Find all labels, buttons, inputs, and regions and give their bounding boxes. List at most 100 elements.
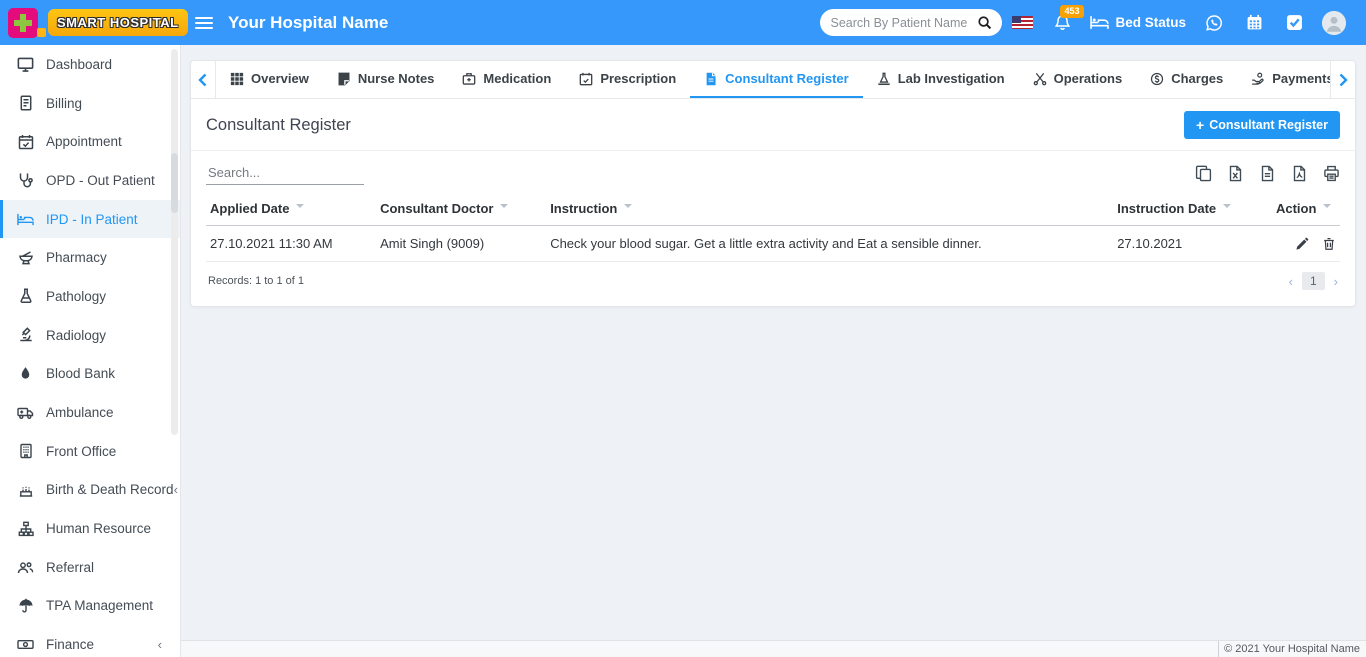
brand-cross-icon (6, 6, 46, 40)
coin-icon (1150, 72, 1164, 86)
calendar-button[interactable] (1234, 14, 1274, 31)
sidebar-item-label: Appointment (46, 134, 122, 150)
sidebar-item-billing[interactable]: Billing (0, 84, 180, 123)
table-row[interactable]: 27.10.2021 11:30 AM Amit Singh (9009) Ch… (206, 225, 1340, 262)
add-consultant-register-button[interactable]: + Consultant Register (1184, 111, 1340, 139)
tabs-scroll-right-button[interactable] (1330, 61, 1355, 98)
chevron-left-icon: ‹ (173, 482, 178, 498)
column-header-action[interactable]: Action (1271, 193, 1340, 226)
csv-export-icon[interactable] (1259, 165, 1276, 182)
table-search-input[interactable] (206, 161, 364, 185)
column-header-instruction[interactable]: Instruction (546, 193, 1114, 226)
copy-icon[interactable] (1195, 165, 1212, 182)
tabs-scroll-left-button[interactable] (191, 61, 216, 98)
tab-payments[interactable]: Payments (1237, 61, 1330, 98)
sidebar-item-finance[interactable]: Finance ‹ (0, 625, 180, 657)
page-next-icon[interactable]: › (1334, 274, 1338, 289)
language-flag[interactable] (1002, 16, 1042, 29)
tabs-viewport: Overview Nurse Notes Medication Prescrip… (216, 61, 1330, 98)
scissors-icon (1033, 72, 1047, 86)
tab-medication[interactable]: Medication (448, 61, 565, 98)
page-prev-icon[interactable]: ‹ (1289, 274, 1293, 289)
print-icon[interactable] (1323, 165, 1340, 182)
edit-pencil-icon[interactable] (1295, 237, 1309, 251)
bed-status-button[interactable]: Bed Status (1090, 15, 1186, 30)
tab-label: Overview (251, 71, 309, 86)
sidebar-item-tpa-management[interactable]: TPA Management (0, 587, 180, 626)
appointment-icon (17, 133, 34, 150)
sidebar-item-radiology[interactable]: Radiology (0, 316, 180, 355)
column-header-consultant-doctor[interactable]: Consultant Doctor (376, 193, 547, 226)
notifications-button[interactable]: 453 (1042, 5, 1084, 31)
pdf-export-icon[interactable] (1291, 165, 1308, 182)
droplet-icon (17, 365, 34, 382)
dashboard-icon (17, 56, 34, 73)
tab-operations[interactable]: Operations (1019, 61, 1137, 98)
bed-status-label: Bed Status (1115, 15, 1186, 30)
sidebar-item-birth-death-record[interactable]: Birth & Death Record ‹ (0, 471, 180, 510)
sidebar-item-pathology[interactable]: Pathology (0, 277, 180, 316)
lab-icon (877, 72, 891, 86)
tab-nurse-notes[interactable]: Nurse Notes (323, 61, 449, 98)
tab-label: Prescription (600, 71, 677, 86)
user-menu[interactable] (1314, 10, 1354, 35)
tab-consultant-register[interactable]: Consultant Register (690, 61, 863, 98)
whatsapp-button[interactable] (1194, 14, 1234, 32)
delete-trash-icon[interactable] (1322, 237, 1336, 251)
sidebar-item-human-resource[interactable]: Human Resource (0, 509, 180, 548)
sidebar-item-label: Blood Bank (46, 366, 116, 382)
sidebar-item-dashboard[interactable]: Dashboard (0, 45, 180, 84)
column-header-applied-date[interactable]: Applied Date (206, 193, 377, 226)
sidebar-item-opd[interactable]: OPD - Out Patient (0, 161, 180, 200)
mortar-icon (17, 249, 34, 266)
tab-label: Operations (1053, 71, 1123, 86)
tab-label: Nurse Notes (357, 71, 435, 86)
plus-icon: + (1196, 117, 1205, 133)
brand-logo[interactable]: SMART HOSPITAL (0, 6, 188, 40)
stethoscope-icon (17, 172, 34, 189)
tab-prescription[interactable]: Prescription (565, 61, 690, 98)
calendar-check-icon (579, 72, 593, 86)
sidebar-item-label: IPD - In Patient (46, 211, 138, 227)
footer: © 2021 Your Hospital Name (181, 640, 1366, 657)
sidebar-item-front-office[interactable]: Front Office (0, 432, 180, 471)
tab-overview[interactable]: Overview (216, 61, 323, 98)
sidebar-item-label: Human Resource (46, 521, 152, 537)
sidebar-item-label: OPD - Out Patient (46, 172, 155, 188)
sidebar-item-pharmacy[interactable]: Pharmacy (0, 238, 180, 277)
patient-search[interactable] (820, 9, 1003, 36)
sidebar: Dashboard Billing Appointment OPD - Out … (0, 45, 181, 657)
column-header-instruction-date[interactable]: Instruction Date (1113, 193, 1272, 226)
tab-label: Lab Investigation (897, 71, 1005, 86)
bed-icon (1090, 15, 1110, 30)
umbrella-icon (17, 597, 34, 614)
cell-instruction-date: 27.10.2021 (1113, 225, 1272, 262)
bed-icon (17, 211, 34, 228)
tasks-button[interactable] (1274, 14, 1314, 31)
sidebar-item-label: Pathology (46, 288, 107, 304)
page-number[interactable]: 1 (1301, 272, 1325, 290)
sidebar-item-referral[interactable]: Referral (0, 548, 180, 587)
sort-caret-icon (296, 204, 305, 212)
tab-label: Charges (1171, 71, 1224, 86)
search-icon[interactable] (977, 15, 992, 30)
sidebar-item-appointment[interactable]: Appointment (0, 122, 180, 161)
sort-caret-icon (1323, 204, 1332, 212)
sidebar-item-ipd[interactable]: IPD - In Patient (0, 199, 180, 239)
consultant-register-table: Applied Date Consultant Doctor Instructi… (206, 193, 1340, 262)
menu-toggle-icon[interactable] (195, 16, 213, 30)
check-square-icon (1286, 14, 1303, 31)
excel-export-icon[interactable] (1227, 165, 1244, 182)
patient-tabbar: Overview Nurse Notes Medication Prescrip… (191, 61, 1355, 99)
tab-charges[interactable]: Charges (1136, 61, 1237, 98)
pagination: ‹ 1 › (1289, 272, 1338, 290)
note-icon (337, 72, 351, 86)
sidebar-item-ambulance[interactable]: Ambulance (0, 393, 180, 432)
flask-icon (17, 288, 34, 305)
sidebar-item-label: Ambulance (46, 405, 114, 421)
sidebar-scrollbar-track[interactable] (171, 49, 178, 435)
sidebar-item-blood-bank[interactable]: Blood Bank (0, 355, 180, 394)
patient-search-input[interactable] (830, 15, 978, 30)
tab-lab-investigation[interactable]: Lab Investigation (863, 61, 1019, 98)
sidebar-scrollbar-thumb[interactable] (171, 153, 178, 213)
